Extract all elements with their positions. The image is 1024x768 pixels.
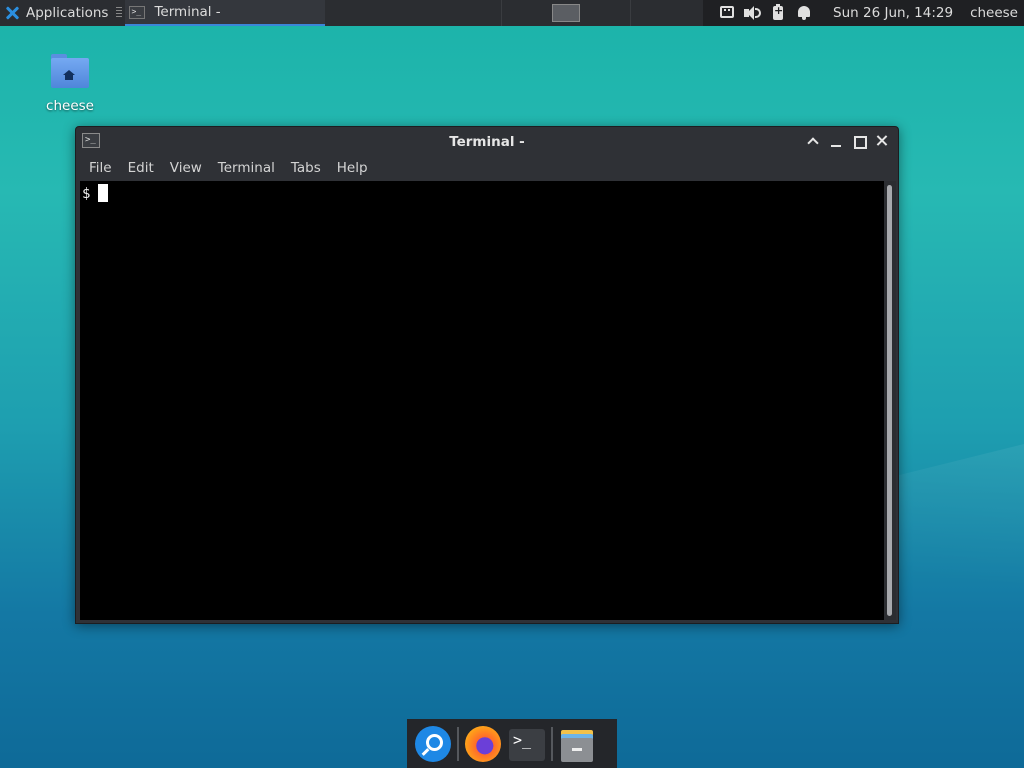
dock: >_ [407,719,617,768]
shell-prompt: $ [82,186,91,202]
taskbar-button-label: Terminal - [154,4,221,20]
menu-terminal[interactable]: Terminal [210,160,283,176]
shade-button[interactable] [802,133,825,150]
xfce-logo-icon [5,6,19,20]
volume-icon[interactable] [744,5,762,21]
firefox-icon[interactable] [465,725,501,762]
top-panel: Applications >_ Terminal - Sun 26 Jun, 1… [0,0,1024,26]
close-button[interactable] [871,133,894,150]
system-tray: Sun 26 Jun, 14:29 cheese [703,0,1024,26]
network-icon[interactable] [720,6,735,18]
menu-view[interactable]: View [162,160,210,176]
desktop-home-folder[interactable]: cheese [40,52,100,114]
text-cursor [98,184,109,202]
taskbar-button-terminal[interactable]: >_ Terminal - [125,0,326,26]
minimize-button[interactable] [825,133,848,150]
clock[interactable]: Sun 26 Jun, 14:29 [833,5,953,21]
file-manager-icon[interactable] [559,726,595,762]
applications-label: Applications [26,5,109,21]
menu-help[interactable]: Help [329,160,376,176]
dock-separator [457,726,459,761]
terminal-launcher-icon[interactable]: >_ [509,728,545,761]
terminal-output-area[interactable]: $ [80,181,884,620]
notification-bell-icon[interactable] [796,5,812,21]
menu-tabs[interactable]: Tabs [283,160,329,176]
window-titlebar[interactable]: >_ Terminal - [76,127,898,156]
wallpaper-decoration [880,380,1024,680]
dock-separator [551,726,553,761]
workspace-separator [630,0,632,26]
applications-menu-button[interactable]: Applications [0,0,114,26]
window-title: Terminal - [449,133,525,150]
desktop-icon-label: cheese [46,98,94,114]
scrollbar-thumb[interactable] [887,185,892,616]
terminal-icon: >_ [129,5,146,19]
menu-edit[interactable]: Edit [120,160,162,176]
home-folder-icon [50,52,90,90]
maximize-button[interactable] [848,133,871,150]
user-menu[interactable]: cheese [970,5,1018,21]
panel-grip-handle[interactable] [116,7,123,19]
terminal-window: >_ Terminal - File Edit View Terminal Ta… [75,126,899,624]
workspace-1-button[interactable] [552,4,581,22]
terminal-scrollbar[interactable] [884,181,896,620]
app-finder-icon[interactable] [415,725,451,762]
menu-file[interactable]: File [81,160,120,176]
terminal-menubar: File Edit View Terminal Tabs Help [76,156,898,180]
workspace-separator [501,0,503,26]
battery-icon[interactable] [773,4,783,20]
workspace-switcher [501,0,632,26]
